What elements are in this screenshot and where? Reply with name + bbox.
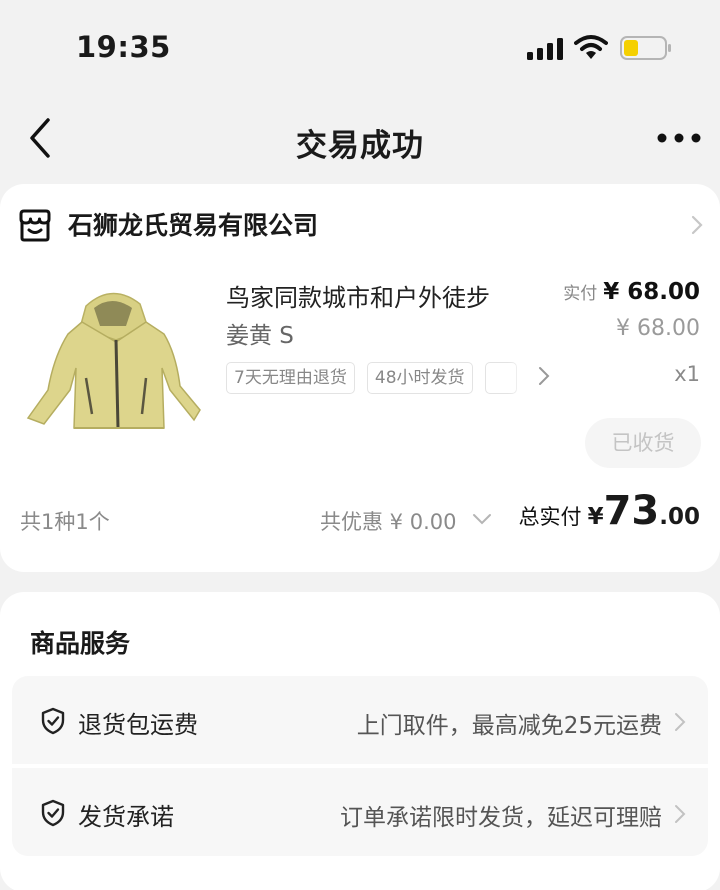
chevron-right-icon[interactable] [674,804,686,824]
service-name: 发货承诺 [78,803,174,831]
actual-price: 实付 ¥ 68.00 [563,279,700,305]
nav-bar: 交易成功 [0,96,720,182]
wifi-icon [574,35,608,59]
chevron-right-icon[interactable] [674,712,686,732]
services-card: 商品服务 退货包运费 上门取件，最高减免25元运费 发货承诺 订单承诺限时发货，… [0,592,720,890]
total-integer: 73 [603,488,660,534]
service-row-shipping-promise[interactable]: 发货承诺 订单承诺限时发货，延迟可理赔 [12,768,708,856]
order-card: 石狮龙氏贸易有限公司 鸟家同款城市和户外徒步 姜黄 S 7天无理由退货 48小时… [0,184,720,572]
services-title: 商品服务 [30,629,131,658]
page-title: 交易成功 [296,128,424,164]
shop-name[interactable]: 石狮龙氏贸易有限公司 [68,206,318,242]
product-title[interactable]: 鸟家同款城市和户外徒步 [226,278,490,313]
cellular-signal-icon [527,38,563,60]
shop-icon [19,209,51,242]
item-count: 共1种1个 [20,510,110,534]
received-button[interactable]: 已收货 [585,418,701,468]
shield-check-icon [41,799,65,827]
chevron-down-icon[interactable] [472,513,492,525]
actual-price-value: ¥ 68.00 [603,279,700,305]
service-tags[interactable]: 7天无理由退货 48小时发货 [226,362,546,396]
discount-summary[interactable]: 共优惠 ¥ 0.00 [320,506,456,536]
product-image[interactable] [24,282,202,438]
shield-check-icon [41,707,65,735]
service-row-return-shipping[interactable]: 退货包运费 上门取件，最高减免25元运费 [12,676,708,764]
tag-return-policy: 7天无理由退货 [226,362,355,394]
chevron-right-icon[interactable] [538,366,550,386]
chevron-right-icon[interactable] [690,214,704,236]
service-name: 退货包运费 [78,711,198,739]
service-description: 订单承诺限时发货，延迟可理赔 [340,805,662,831]
total-currency: ¥ [587,504,604,530]
total-paid: 总实付 ¥73.00 [519,488,700,534]
quantity: x1 [674,362,700,386]
actual-price-label: 实付 [563,284,598,304]
tag-shipping-time: 48小时发货 [366,362,473,394]
status-bar: 19:35 [0,0,720,96]
original-price: ¥ 68.00 [616,316,700,341]
product-variant: 姜黄 S [226,323,294,349]
service-description: 上门取件，最高减免25元运费 [356,713,662,739]
status-time: 19:35 [76,30,171,64]
total-decimal: .00 [659,504,700,530]
battery-icon [620,36,671,60]
total-paid-label: 总实付 [518,505,582,529]
more-options-icon[interactable] [656,132,702,144]
